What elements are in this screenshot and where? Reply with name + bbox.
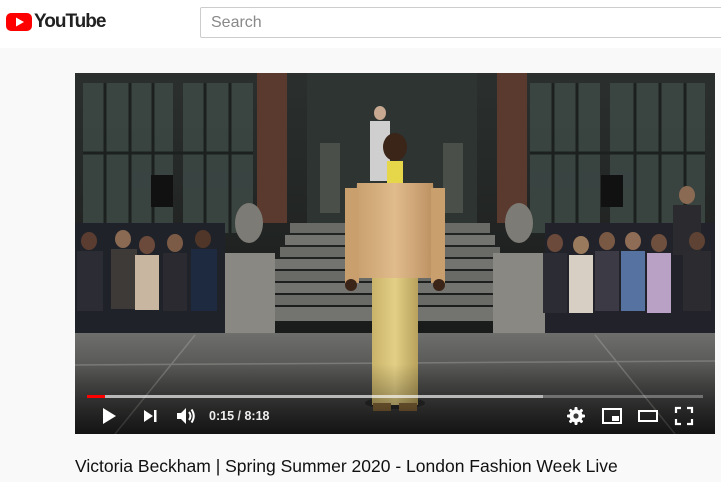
progress-played [87, 395, 106, 398]
current-time: 0:15 [209, 409, 235, 423]
duration: 8:18 [244, 409, 270, 423]
theater-mode-icon [638, 410, 658, 422]
video-title: Victoria Beckham | Spring Summer 2020 - … [75, 456, 618, 476]
miniplayer-button[interactable] [601, 405, 623, 427]
logo-wordmark: YouTube [34, 11, 106, 32]
progress-buffered [87, 395, 543, 398]
search-input[interactable] [201, 8, 721, 37]
time-separator: / [234, 409, 245, 423]
masthead: YouTube [0, 0, 721, 48]
play-icon [103, 408, 116, 424]
skip-next-icon [144, 410, 157, 422]
youtube-logo[interactable]: YouTube [6, 11, 106, 33]
fullscreen-icon [674, 406, 694, 426]
search-box[interactable] [200, 7, 721, 38]
time-display: 0:15 / 8:18 [209, 407, 269, 425]
miniplayer-icon [602, 408, 622, 424]
mute-button[interactable] [175, 405, 197, 427]
youtube-play-logo-icon [6, 13, 32, 31]
theater-mode-button[interactable] [637, 405, 659, 427]
progress-bar[interactable] [87, 395, 703, 398]
fullscreen-button[interactable] [673, 405, 695, 427]
next-button[interactable] [139, 405, 161, 427]
video-player[interactable]: 0:15 / 8:18 [75, 73, 715, 434]
play-button[interactable] [97, 405, 119, 427]
volume-icon [177, 408, 195, 424]
gear-icon [567, 407, 585, 425]
settings-button[interactable] [565, 405, 587, 427]
